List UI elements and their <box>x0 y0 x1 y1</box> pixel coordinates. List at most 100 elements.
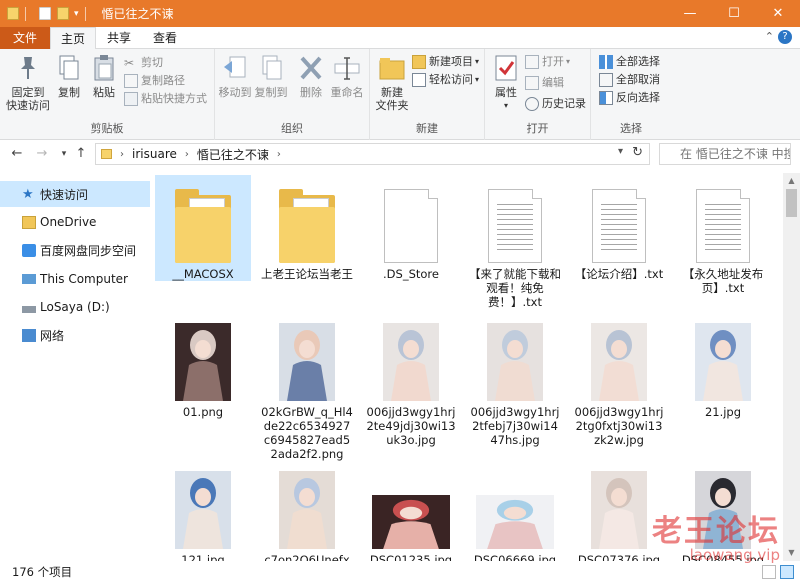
select-all-icon <box>599 55 613 69</box>
cut-button[interactable]: ✂ 剪切 <box>124 54 163 72</box>
paste-shortcut-label: 粘贴快捷方式 <box>141 92 207 105</box>
sidebar-item-baidu-netdisk[interactable]: 百度网盘同步空间 <box>0 237 150 263</box>
easy-access-label: 轻松访问 <box>429 73 473 86</box>
edit-button[interactable]: 编辑 <box>525 74 564 92</box>
easy-access-dropdown-icon: ▾ <box>475 75 480 84</box>
file-item[interactable]: 01.png <box>155 313 251 419</box>
rename-icon <box>333 53 361 83</box>
properties-button[interactable]: 属性 ▾ <box>489 53 523 112</box>
sidebar-item-quick-access[interactable]: ★ 快速访问 <box>0 181 150 207</box>
sidebar-item-drive-d[interactable]: LoSaya (D:) <box>0 294 150 320</box>
address-bar[interactable]: › irisuare › 惛已往之不谏 › ▾ ↻ <box>95 143 650 165</box>
details-view-icon[interactable] <box>762 565 776 579</box>
text-file-icon <box>488 189 542 263</box>
address-dropdown-icon[interactable]: ▾ <box>618 146 623 157</box>
pin-to-quick-access-button[interactable]: 固定到 快速访问 <box>4 53 52 112</box>
move-to-label: 移动到 <box>218 86 252 99</box>
easy-access-button[interactable]: 轻松访问 ▾ <box>412 71 479 89</box>
file-item[interactable]: 【来了就能下载和观看！纯免费！】.txt <box>467 175 563 309</box>
edit-icon <box>525 76 539 90</box>
drive-icon <box>22 305 36 313</box>
maximize-button[interactable]: ☐ <box>712 0 756 27</box>
forward-button[interactable]: → <box>33 145 51 163</box>
item-name: __MACOSX <box>155 267 251 281</box>
file-item[interactable]: DSC01235.jpg <box>363 461 459 561</box>
image-thumbnail-icon <box>175 471 231 549</box>
select-all-button[interactable]: 全部选择 <box>599 53 660 71</box>
folder-item[interactable]: 上老王论坛当老王 <box>259 175 355 281</box>
delete-button[interactable]: 删除 <box>295 53 327 99</box>
copy-path-label: 复制路径 <box>141 74 185 87</box>
scroll-down-icon[interactable]: ▼ <box>783 545 800 561</box>
refresh-icon[interactable]: ↻ <box>632 145 643 160</box>
image-thumbnail-icon <box>175 323 231 401</box>
file-item[interactable]: 【论坛介绍】.txt <box>571 175 667 281</box>
tab-share[interactable]: 共享 <box>96 27 142 49</box>
paste-label: 粘贴 <box>93 86 115 99</box>
file-item[interactable]: 121.jpg <box>155 461 251 561</box>
breadcrumb-current-folder[interactable]: 惛已往之不谏 <box>197 146 269 163</box>
recent-locations-dropdown[interactable]: ▾ <box>55 145 73 163</box>
invert-selection-label: 反向选择 <box>616 91 660 104</box>
tab-view[interactable]: 查看 <box>142 27 188 49</box>
folder-icon <box>22 215 36 229</box>
item-name: 【来了就能下载和观看！纯免费！】.txt <box>469 267 561 309</box>
minimize-button[interactable]: — <box>668 0 712 27</box>
folder-item[interactable]: __MACOSX <box>155 175 251 281</box>
item-name: 006jjd3wgy1hrj2tg0fxtj30wi13zk2w.jpg <box>574 405 664 447</box>
file-item[interactable]: 【永久地址发布页】.txt <box>675 175 771 295</box>
file-item[interactable]: DSC06669.jpg <box>467 461 563 561</box>
scissors-icon: ✂ <box>124 56 135 70</box>
history-button[interactable]: 历史记录 <box>525 95 586 113</box>
paste-shortcut-button[interactable]: 粘贴快捷方式 <box>124 90 207 108</box>
sidebar-item-this-computer[interactable]: This Computer <box>0 266 150 292</box>
file-item[interactable]: 006jjd3wgy1hrj2tg0fxtj30wi13zk2w.jpg <box>571 313 667 447</box>
open-button[interactable]: 打开 ▾ <box>525 53 570 71</box>
item-thumbnail <box>259 175 355 267</box>
ribbon-collapse-icon[interactable]: ⌃ <box>765 30 774 43</box>
file-item[interactable]: 006jjd3wgy1hrj2tfebj7j30wi1447hs.jpg <box>467 313 563 447</box>
file-item[interactable]: 02kGrBW_q_Hl4de22c6534927c6945827ead52ad… <box>259 313 355 461</box>
new-folder-button[interactable]: 新建 文件夹 <box>372 53 412 112</box>
scroll-up-icon[interactable]: ▲ <box>783 173 800 189</box>
search-input[interactable] <box>659 143 791 165</box>
tab-file[interactable]: 文件 <box>0 27 50 49</box>
back-button[interactable]: ← <box>8 145 26 163</box>
divider <box>84 6 86 21</box>
item-thumbnail <box>571 313 667 405</box>
file-item[interactable]: 006jjd3wgy1hrj2te49jdj30wi13uk3o.jpg <box>363 313 459 447</box>
rename-button[interactable]: 重命名 <box>327 53 367 99</box>
file-item[interactable]: 21.jpg <box>675 313 771 419</box>
help-icon[interactable]: ? <box>778 30 792 44</box>
invert-selection-button[interactable]: 反向选择 <box>599 89 660 107</box>
address-row: ← → ▾ ↑ › irisuare › 惛已往之不谏 › ▾ ↻ <box>0 140 800 168</box>
move-to-button[interactable]: 移动到 <box>217 53 253 99</box>
scrollbar-thumb[interactable] <box>786 189 797 217</box>
chevron-right-icon[interactable]: › <box>185 149 189 160</box>
new-group: 新建 文件夹 新建项目 ▾ 轻松访问 ▾ 新建 <box>370 49 485 140</box>
copy-button[interactable]: 复制 <box>54 53 84 99</box>
tab-home[interactable]: 主页 <box>50 27 96 50</box>
large-icons-view-icon[interactable] <box>780 565 794 579</box>
select-none-button[interactable]: 全部取消 <box>599 71 660 89</box>
new-item-button[interactable]: 新建项目 ▾ <box>412 53 479 71</box>
close-button[interactable]: ✕ <box>756 0 800 27</box>
quick-access-toolbar-dropdown-icon[interactable]: ▾ <box>74 9 79 19</box>
new-folder-icon[interactable] <box>57 7 69 20</box>
properties-check-icon[interactable] <box>39 7 51 20</box>
copy-path-button[interactable]: 复制路径 <box>124 72 185 90</box>
item-thumbnail <box>571 175 667 267</box>
file-item[interactable]: .DS_Store <box>363 175 459 281</box>
new-folder-label: 新建 文件夹 <box>375 86 409 112</box>
chevron-right-icon[interactable]: › <box>277 149 281 160</box>
copy-to-button[interactable]: 复制到 <box>253 53 289 99</box>
sidebar-item-onedrive[interactable]: OneDrive <box>0 209 150 235</box>
chevron-right-icon[interactable]: › <box>120 149 124 160</box>
sidebar-item-network[interactable]: 网络 <box>0 322 150 348</box>
vertical-scrollbar[interactable]: ▲ ▼ <box>783 173 800 561</box>
breadcrumb-irisuare[interactable]: irisuare <box>132 147 177 161</box>
file-item[interactable]: c7on2Q6Unefxaf6171f8072ab3 <box>259 461 355 561</box>
new-item-icon <box>412 55 426 69</box>
paste-button[interactable]: 粘贴 <box>88 53 120 99</box>
up-button[interactable]: ↑ <box>72 145 90 163</box>
